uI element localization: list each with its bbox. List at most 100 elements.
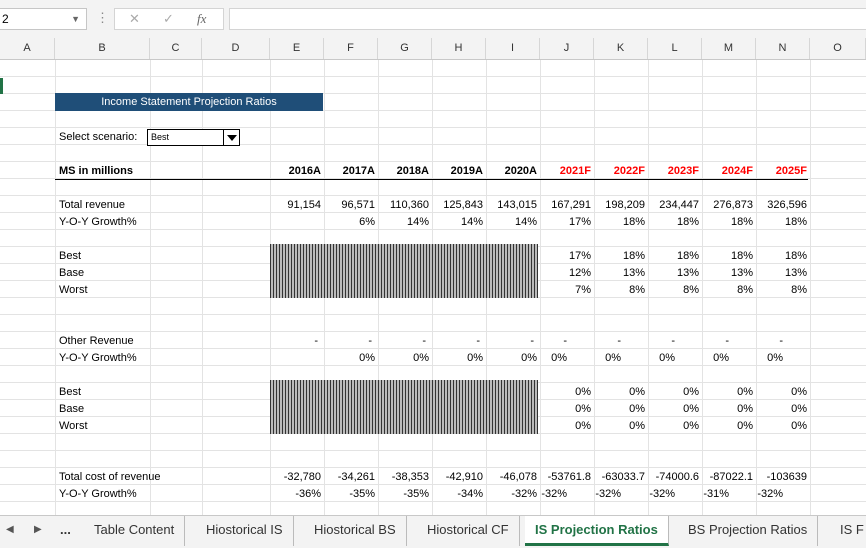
cell-value[interactable]: 110,360: [379, 199, 429, 211]
cell-value[interactable]: 18%: [757, 216, 807, 228]
cell-value[interactable]: 0%: [517, 352, 567, 364]
cell-value[interactable]: 0%: [595, 386, 645, 398]
cell-value[interactable]: 0%: [649, 403, 699, 415]
fx-icon[interactable]: fx: [197, 11, 206, 27]
cell-value[interactable]: 276,873: [703, 199, 753, 211]
tab-bs-projection-ratios[interactable]: BS Projection Ratios: [678, 516, 819, 546]
cell-value[interactable]: 18%: [595, 216, 645, 228]
cell-value[interactable]: -42,910: [433, 471, 483, 483]
cell-value[interactable]: 0%: [649, 420, 699, 432]
column-header-k[interactable]: K: [594, 38, 648, 59]
cell-value[interactable]: -: [430, 335, 480, 347]
cell-value[interactable]: 0%: [703, 386, 753, 398]
cell-value[interactable]: 13%: [703, 267, 753, 279]
cell-value[interactable]: -: [625, 335, 675, 347]
cell-value[interactable]: -32%: [517, 488, 567, 500]
cell-value[interactable]: 12%: [541, 267, 591, 279]
cell-value[interactable]: 143,015: [487, 199, 537, 211]
cell-value[interactable]: 0%: [733, 352, 783, 364]
cell-value[interactable]: 0%: [703, 403, 753, 415]
column-header-b[interactable]: B: [55, 38, 150, 59]
column-header-m[interactable]: M: [702, 38, 756, 59]
cell-value[interactable]: 0%: [595, 420, 645, 432]
cell-value[interactable]: 91,154: [271, 199, 321, 211]
cell-value[interactable]: 0%: [703, 420, 753, 432]
column-header-j[interactable]: J: [540, 38, 594, 59]
tab-hiostorical-cf[interactable]: Hiostorical CF: [417, 516, 520, 546]
column-header-g[interactable]: G: [378, 38, 432, 59]
column-header-e[interactable]: E: [270, 38, 324, 59]
cell-value[interactable]: -35%: [325, 488, 375, 500]
column-header-f[interactable]: F: [324, 38, 378, 59]
cell-value[interactable]: -: [571, 335, 621, 347]
cell-value[interactable]: -32%: [733, 488, 783, 500]
cell-value[interactable]: 17%: [541, 250, 591, 262]
cell-value[interactable]: -32%: [625, 488, 675, 500]
cell-value[interactable]: 0%: [541, 386, 591, 398]
next-sheet-icon[interactable]: ▶: [34, 524, 42, 535]
cell-value[interactable]: -103639: [757, 471, 807, 483]
cell-value[interactable]: 8%: [703, 284, 753, 296]
cell-value[interactable]: 18%: [595, 250, 645, 262]
cell-value[interactable]: -34%: [433, 488, 483, 500]
cell-value[interactable]: 0%: [325, 352, 375, 364]
cell-value[interactable]: 8%: [595, 284, 645, 296]
cell-value[interactable]: 0%: [757, 386, 807, 398]
cell-value[interactable]: -53761.8: [541, 471, 591, 483]
cell-value[interactable]: 14%: [433, 216, 483, 228]
cell-value[interactable]: -38,353: [379, 471, 429, 483]
tab-table-content[interactable]: Table Content: [84, 516, 186, 546]
cell-value[interactable]: 18%: [703, 250, 753, 262]
cell-value[interactable]: 0%: [625, 352, 675, 364]
cell-value[interactable]: 125,843: [433, 199, 483, 211]
cell-value[interactable]: 0%: [541, 403, 591, 415]
cell-value[interactable]: 198,209: [595, 199, 645, 211]
cell-value[interactable]: 0%: [595, 403, 645, 415]
cell-value[interactable]: 8%: [757, 284, 807, 296]
cell-value[interactable]: -: [322, 335, 372, 347]
cell-value[interactable]: 234,447: [649, 199, 699, 211]
tab-hiostorical-bs[interactable]: Hiostorical BS: [304, 516, 407, 546]
cell-value[interactable]: 13%: [757, 267, 807, 279]
cell-value[interactable]: -63033.7: [595, 471, 645, 483]
cell-value[interactable]: 0%: [757, 420, 807, 432]
enter-icon[interactable]: ✓: [163, 11, 174, 27]
cell-value[interactable]: 18%: [649, 250, 699, 262]
column-header-d[interactable]: D: [202, 38, 270, 59]
cell-value[interactable]: -34,261: [325, 471, 375, 483]
cell-value[interactable]: 326,596: [757, 199, 807, 211]
cell-value[interactable]: 18%: [649, 216, 699, 228]
column-header-l[interactable]: L: [648, 38, 702, 59]
cell-value[interactable]: 0%: [433, 352, 483, 364]
cell-value[interactable]: -31%: [679, 488, 729, 500]
cell-value[interactable]: -35%: [379, 488, 429, 500]
cell-value[interactable]: 18%: [703, 216, 753, 228]
cell-value[interactable]: 167,291: [541, 199, 591, 211]
cell-value[interactable]: -32%: [571, 488, 621, 500]
formula-input[interactable]: [229, 8, 866, 30]
cell-value[interactable]: 13%: [595, 267, 645, 279]
more-tabs-button[interactable]: ...: [50, 516, 81, 546]
cell-value[interactable]: -32,780: [271, 471, 321, 483]
cell-value[interactable]: -: [679, 335, 729, 347]
cell-value[interactable]: -36%: [271, 488, 321, 500]
cell-value[interactable]: 0%: [541, 420, 591, 432]
cancel-icon[interactable]: ✕: [129, 11, 140, 27]
column-header-o[interactable]: O: [810, 38, 866, 59]
worksheet[interactable]: Income Statement Projection Ratios Selec…: [0, 60, 866, 515]
cell-value[interactable]: -74000.6: [649, 471, 699, 483]
cell-value[interactable]: 0%: [571, 352, 621, 364]
cell-value[interactable]: -: [376, 335, 426, 347]
cell-value[interactable]: 0%: [757, 403, 807, 415]
cell-value[interactable]: 0%: [679, 352, 729, 364]
tab-is-f[interactable]: IS F: [830, 516, 866, 546]
cell-value[interactable]: 96,571: [325, 199, 375, 211]
prev-sheet-icon[interactable]: ◀: [6, 524, 14, 535]
cell-value[interactable]: 0%: [379, 352, 429, 364]
dropdown-arrow-icon[interactable]: [223, 130, 239, 145]
cell-value[interactable]: 7%: [541, 284, 591, 296]
cell-value[interactable]: -: [268, 335, 318, 347]
cell-value[interactable]: 18%: [757, 250, 807, 262]
cell-value[interactable]: -: [733, 335, 783, 347]
column-header-i[interactable]: I: [486, 38, 540, 59]
